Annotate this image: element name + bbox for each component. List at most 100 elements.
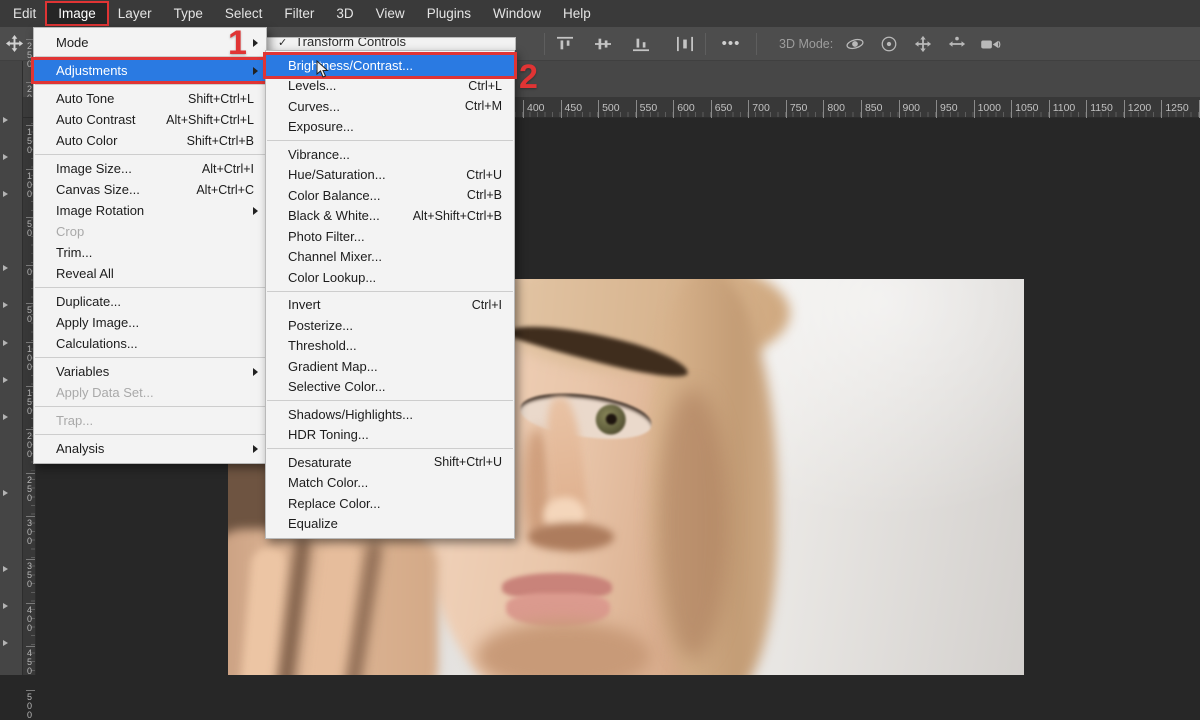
image-menu-item-auto-tone[interactable]: Auto ToneShift+Ctrl+L xyxy=(34,88,266,109)
image-menu-item-auto-contrast[interactable]: Auto ContrastAlt+Shift+Ctrl+L xyxy=(34,109,266,130)
image-menu-item-auto-color[interactable]: Auto ColorShift+Ctrl+B xyxy=(34,130,266,151)
menu-item-label: Gradient Map... xyxy=(288,359,378,374)
adjustments-menu-item-black-white[interactable]: Black & White...Alt+Shift+Ctrl+B xyxy=(266,206,514,227)
3d-slide-icon[interactable] xyxy=(945,32,969,56)
menubar-item-filter[interactable]: Filter xyxy=(273,3,325,24)
check-icon: ✓ xyxy=(278,37,287,49)
adjustments-menu-item-match-color[interactable]: Match Color... xyxy=(266,473,514,494)
image-menu-item-trap[interactable]: Trap... xyxy=(34,410,266,431)
ruler-tick xyxy=(26,559,35,560)
menu-item-label: Posterize... xyxy=(288,318,353,333)
menubar-item-view[interactable]: View xyxy=(365,3,416,24)
menubar-item-edit[interactable]: Edit xyxy=(2,3,47,24)
adjustments-menu-separator xyxy=(267,400,513,401)
image-menu-item-apply-data-set[interactable]: Apply Data Set... xyxy=(34,382,266,403)
image-menu-item-image-size[interactable]: Image Size...Alt+Ctrl+I xyxy=(34,158,266,179)
more-options-button[interactable]: ••• xyxy=(714,32,748,56)
menu-item-label: Levels... xyxy=(288,78,336,93)
adjustments-menu-item-color-balance[interactable]: Color Balance...Ctrl+B xyxy=(266,185,514,206)
tool-corner-marker xyxy=(3,340,8,346)
adjustments-menu-item-desaturate[interactable]: DesaturateShift+Ctrl+U xyxy=(266,452,514,473)
options-separator xyxy=(544,33,545,55)
align-bottom-icon[interactable] xyxy=(629,32,653,56)
image-menu-item-reveal-all[interactable]: Reveal All xyxy=(34,263,266,284)
align-middle-icon[interactable] xyxy=(591,32,615,56)
adjustments-menu-item-selective-color[interactable]: Selective Color... xyxy=(266,377,514,398)
menubar-item-help[interactable]: Help xyxy=(552,3,602,24)
3d-roll-icon[interactable] xyxy=(877,32,901,56)
image-menu-item-crop[interactable]: Crop xyxy=(34,221,266,242)
image-menu-item-canvas-size[interactable]: Canvas Size...Alt+Ctrl+C xyxy=(34,179,266,200)
submenu-arrow-icon xyxy=(253,207,258,215)
ruler-label: 950 xyxy=(936,100,958,118)
adjustments-menu-item-hue-saturation[interactable]: Hue/Saturation...Ctrl+U xyxy=(266,165,514,186)
menu-item-label: Black & White... xyxy=(288,208,380,223)
align-top-icon[interactable] xyxy=(553,32,577,56)
image-menu-item-variables[interactable]: Variables xyxy=(34,361,266,382)
ruler-label: 650 xyxy=(711,100,733,118)
adjustments-menu-separator xyxy=(267,140,513,141)
adjustments-menu-item-brightness-contrast[interactable]: Brightness/Contrast... xyxy=(266,55,514,76)
adjustments-submenu: Brightness/Contrast...Levels...Ctrl+LCur… xyxy=(265,50,515,539)
menu-item-label: Reveal All xyxy=(56,266,114,281)
menubar-item-image[interactable]: Image xyxy=(47,3,107,24)
menubar-item-type[interactable]: Type xyxy=(163,3,214,24)
image-menu-item-trim[interactable]: Trim... xyxy=(34,242,266,263)
3d-camera-icon[interactable] xyxy=(979,32,1003,56)
image-menu-separator xyxy=(35,84,265,85)
menubar-item-plugins[interactable]: Plugins xyxy=(416,3,482,24)
adjustments-menu-item-invert[interactable]: InvertCtrl+I xyxy=(266,295,514,316)
submenu-arrow-icon xyxy=(253,67,258,75)
menu-item-label: Selective Color... xyxy=(288,379,386,394)
submenu-arrow-icon xyxy=(253,445,258,453)
menubar-item-layer[interactable]: Layer xyxy=(107,3,163,24)
menu-item-shortcut: Alt+Ctrl+C xyxy=(196,183,258,197)
menu-item-shortcut: Shift+Ctrl+L xyxy=(188,92,258,106)
adjustments-menu-item-replace-color[interactable]: Replace Color... xyxy=(266,493,514,514)
image-menu-separator xyxy=(35,406,265,407)
distribute-horizontal-icon[interactable] xyxy=(673,32,697,56)
adjustments-menu-item-shadows-highlights[interactable]: Shadows/Highlights... xyxy=(266,404,514,425)
3d-pan-icon[interactable] xyxy=(911,32,935,56)
adjustments-menu-item-color-lookup[interactable]: Color Lookup... xyxy=(266,267,514,288)
adjustments-menu-item-equalize[interactable]: Equalize xyxy=(266,514,514,535)
menu-item-label: HDR Toning... xyxy=(288,427,369,442)
image-menu-separator xyxy=(35,287,265,288)
image-menu-item-apply-image[interactable]: Apply Image... xyxy=(34,312,266,333)
3d-orbit-icon[interactable] xyxy=(843,32,867,56)
adjustments-menu-item-vibrance[interactable]: Vibrance... xyxy=(266,144,514,165)
image-menu-item-adjustments[interactable]: Adjustments xyxy=(34,60,266,81)
photo-nostril xyxy=(528,523,614,551)
ruler-label: 1050 xyxy=(1011,100,1038,118)
menu-item-label: Invert xyxy=(288,297,321,312)
adjustments-menu-item-curves[interactable]: Curves...Ctrl+M xyxy=(266,96,514,117)
image-menu-item-calculations[interactable]: Calculations... xyxy=(34,333,266,354)
adjustments-menu-item-gradient-map[interactable]: Gradient Map... xyxy=(266,356,514,377)
submenu-arrow-icon xyxy=(253,39,258,47)
adjustments-menu-item-photo-filter[interactable]: Photo Filter... xyxy=(266,226,514,247)
image-menu-separator xyxy=(35,434,265,435)
image-menu-item-image-rotation[interactable]: Image Rotation xyxy=(34,200,266,221)
image-menu-item-duplicate[interactable]: Duplicate... xyxy=(34,291,266,312)
menubar-item-window[interactable]: Window xyxy=(482,3,552,24)
adjustments-menu-item-hdr-toning[interactable]: HDR Toning... xyxy=(266,425,514,446)
ruler-label: 850 xyxy=(861,100,883,118)
ruler-label: 900 xyxy=(899,100,921,118)
menu-item-label: Color Lookup... xyxy=(288,270,376,285)
options-separator xyxy=(705,33,706,55)
adjustments-menu-item-posterize[interactable]: Posterize... xyxy=(266,315,514,336)
adjustments-menu-item-exposure[interactable]: Exposure... xyxy=(266,117,514,138)
menu-item-label: Crop xyxy=(56,224,84,239)
ruler-label: 2 5 0 xyxy=(23,476,36,503)
ruler-label: 800 xyxy=(823,100,845,118)
adjustments-menu-item-channel-mixer[interactable]: Channel Mixer... xyxy=(266,247,514,268)
tool-corner-marker xyxy=(3,490,8,496)
menu-item-label: Replace Color... xyxy=(288,496,381,511)
adjustments-menu-item-levels[interactable]: Levels...Ctrl+L xyxy=(266,76,514,97)
menubar-item-3d[interactable]: 3D xyxy=(325,3,364,24)
image-menu-item-analysis[interactable]: Analysis xyxy=(34,438,266,459)
menu-item-shortcut: Ctrl+M xyxy=(465,99,506,113)
adjustments-menu-item-threshold[interactable]: Threshold... xyxy=(266,336,514,357)
menubar-item-select[interactable]: Select xyxy=(214,3,274,24)
menu-item-label: Match Color... xyxy=(288,475,368,490)
